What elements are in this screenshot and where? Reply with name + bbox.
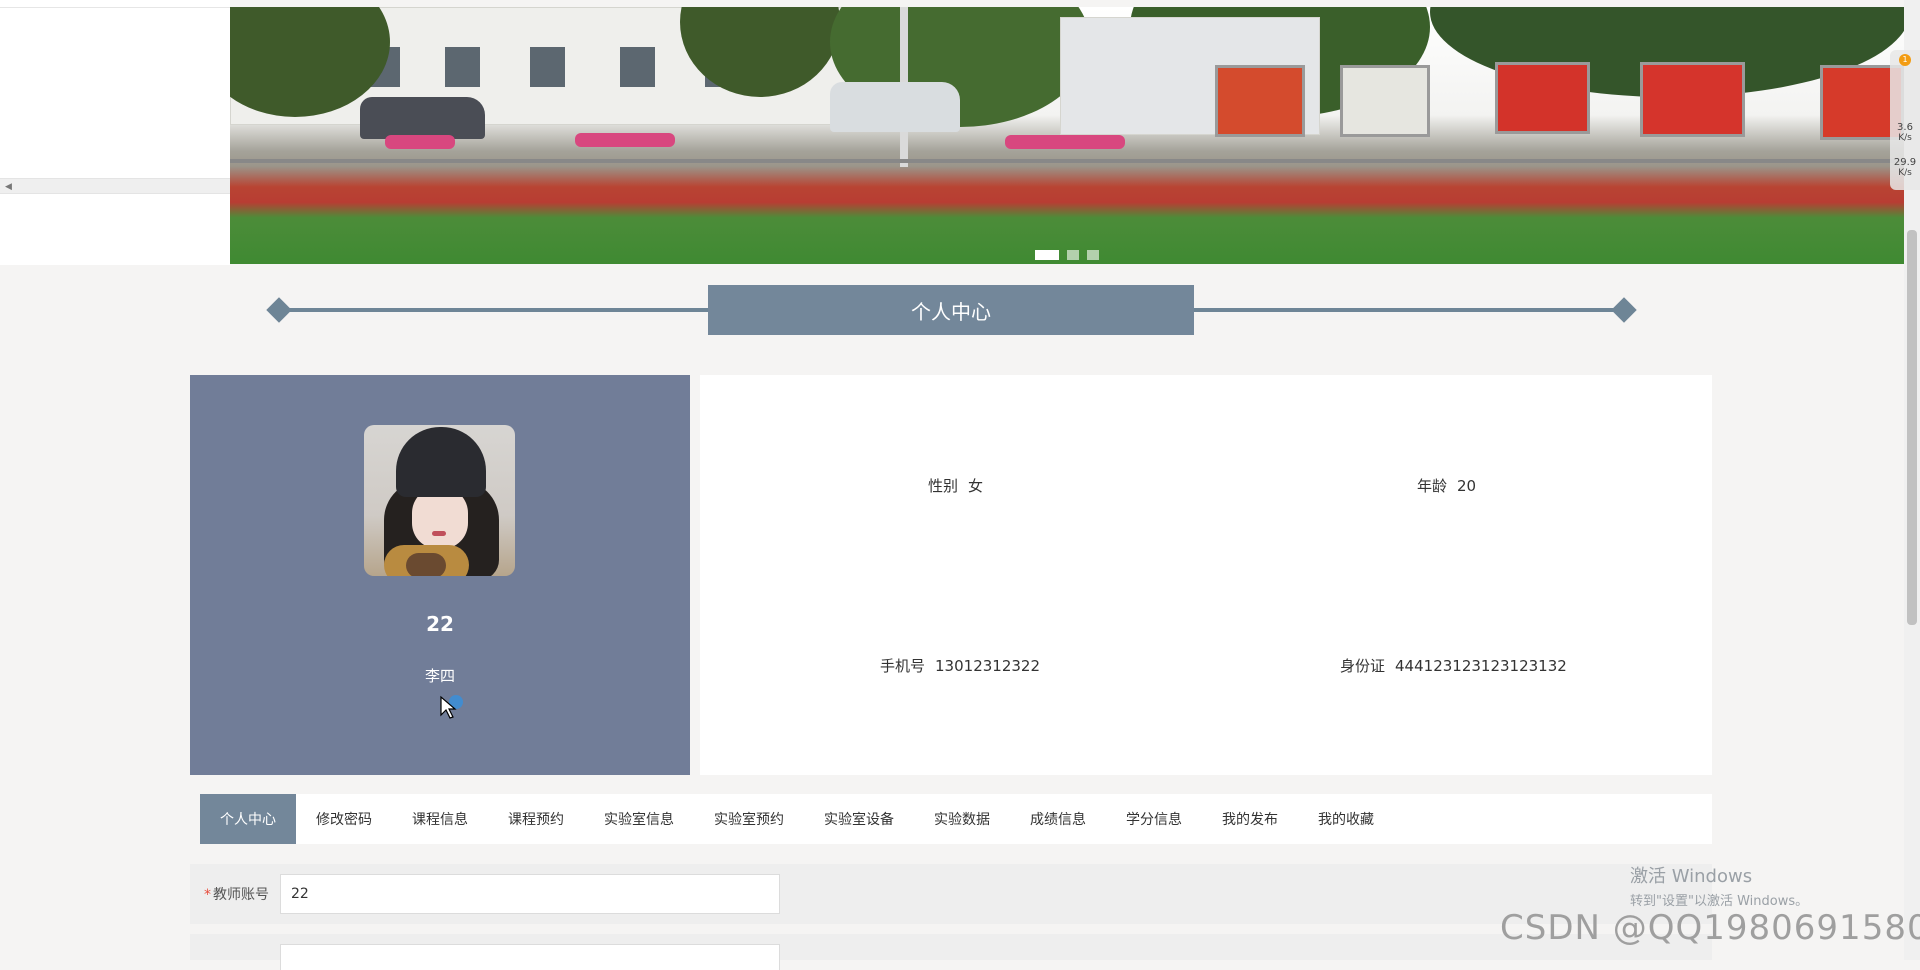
scroll-left-arrow-icon[interactable]: ◀: [5, 182, 12, 192]
profile-name: 李四: [424, 667, 455, 685]
info-value: 20: [1457, 477, 1477, 495]
banner-car: [830, 82, 960, 132]
info-value: 女: [968, 477, 984, 495]
banner-car: [360, 97, 485, 139]
profile-card: 22 李四: [190, 375, 690, 775]
banner-carousel[interactable]: [230, 7, 1904, 264]
label-text: 教师账号: [213, 887, 269, 903]
info-phone: 手机号 13012312322: [880, 655, 1040, 676]
diamond-right-icon: [1611, 297, 1637, 323]
horizontal-scrollbar[interactable]: ◀: [0, 178, 230, 194]
banner-billboard: [1215, 65, 1305, 137]
profile-username: 22: [426, 612, 454, 636]
diamond-left-icon: [266, 297, 292, 323]
speed-unit: K/s: [1898, 168, 1912, 178]
banner-billboard: [1495, 62, 1590, 134]
tab-course-info[interactable]: 课程信息: [392, 794, 488, 844]
tab-grade-info[interactable]: 成绩信息: [1010, 794, 1106, 844]
carousel-dot[interactable]: [1067, 250, 1079, 260]
network-speed-widget[interactable]: 1 3.6 K/s 29.9 K/s: [1890, 50, 1920, 190]
banner-flowers: [385, 135, 455, 149]
tab-personal-center[interactable]: 个人中心: [200, 794, 296, 844]
tab-my-posts[interactable]: 我的发布: [1202, 794, 1298, 844]
windows-activation-watermark: 激活 Windows: [1630, 866, 1753, 887]
divider: [0, 7, 230, 8]
notification-badge: 1: [1899, 54, 1911, 66]
teacher-account-input[interactable]: [280, 874, 780, 914]
form-row-next: [190, 934, 1712, 970]
banner-window: [530, 47, 565, 87]
info-gender: 性别女: [928, 475, 983, 496]
info-label: 手机号: [880, 657, 926, 675]
banner-window: [620, 47, 655, 87]
required-mark: *: [204, 887, 211, 903]
teacher-account-label: * 教师账号: [204, 884, 269, 904]
info-age: 年龄 20: [1417, 475, 1476, 496]
center-nav-tabs: 个人中心 修改密码 课程信息 课程预约 实验室信息 实验室预约 实验室设备 实验…: [200, 794, 1712, 844]
page-title: 个人中心: [708, 285, 1194, 335]
tab-lab-equipment[interactable]: 实验室设备: [804, 794, 914, 844]
profile-info-panel: 性别女 年龄 20 手机号 13012312322 身份证 4441231231231…: [700, 375, 1712, 775]
form-row-teacher-account: * 教师账号: [190, 864, 1712, 924]
avatar-part: [432, 531, 446, 536]
upload-speed: 29.9: [1893, 157, 1917, 168]
scrollbar-thumb[interactable]: [1907, 230, 1917, 625]
info-label: 身份证: [1340, 657, 1386, 675]
avatar-part: [396, 427, 486, 497]
info-label: 性别: [928, 477, 959, 495]
tab-lab-booking[interactable]: 实验室预约: [694, 794, 804, 844]
tab-credit-info[interactable]: 学分信息: [1106, 794, 1202, 844]
banner-flowers: [575, 133, 675, 147]
banner-window: [445, 47, 480, 87]
carousel-dot[interactable]: [1035, 250, 1059, 260]
info-id-card: 身份证 444123123123123132: [1340, 655, 1567, 676]
windows-activation-subtext: 转到"设置"以激活 Windows。: [1630, 894, 1809, 909]
carousel-indicators[interactable]: [1035, 250, 1099, 260]
left-panel: ◀: [0, 0, 230, 265]
banner-billboard: [1340, 65, 1430, 137]
tab-my-favorites[interactable]: 我的收藏: [1298, 794, 1394, 844]
avatar-part: [406, 553, 446, 576]
tab-lab-info[interactable]: 实验室信息: [584, 794, 694, 844]
carousel-dot[interactable]: [1087, 250, 1099, 260]
tab-course-booking[interactable]: 课程预约: [488, 794, 584, 844]
tab-change-password[interactable]: 修改密码: [296, 794, 392, 844]
info-value: 13012312322: [935, 657, 1040, 675]
info-value: 444123123123123132: [1395, 657, 1567, 675]
banner-billboard: [1640, 62, 1745, 137]
info-label: 年龄: [1417, 477, 1448, 495]
download-speed: 3.6: [1897, 122, 1913, 133]
next-field-input[interactable]: [280, 944, 780, 970]
mouse-cursor-icon: [440, 695, 463, 719]
tab-experiment-data[interactable]: 实验数据: [914, 794, 1010, 844]
banner-flowers: [1005, 135, 1125, 149]
speed-unit: K/s: [1898, 133, 1912, 143]
avatar[interactable]: [364, 425, 515, 576]
banner-railing: [230, 159, 1904, 163]
csdn-watermark: CSDN @QQ1980691580: [1500, 908, 1920, 948]
